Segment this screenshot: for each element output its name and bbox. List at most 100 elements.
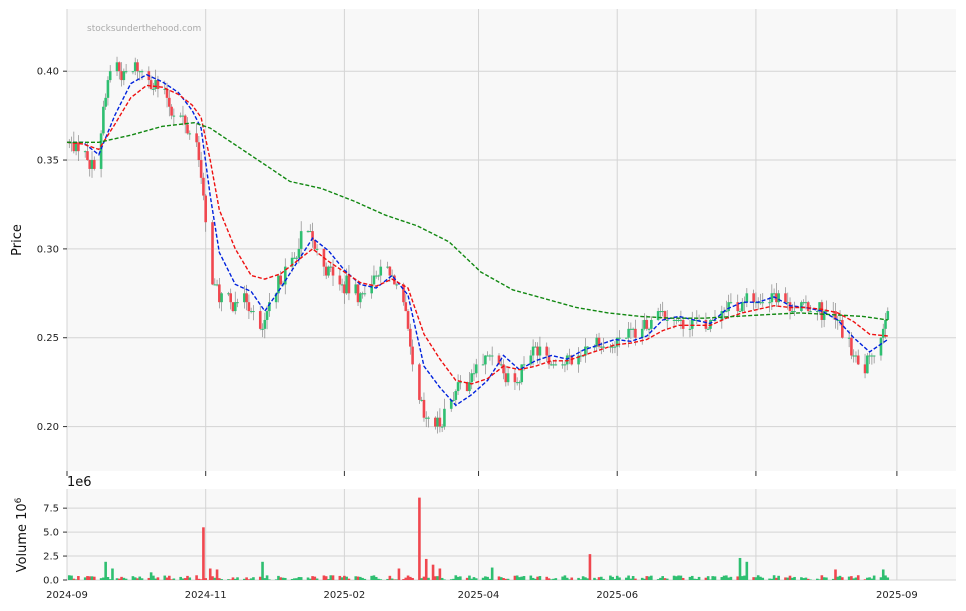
candle-body xyxy=(86,151,89,161)
volume-bar xyxy=(640,577,644,580)
volume-bar xyxy=(852,578,855,580)
volume-bar xyxy=(552,578,555,580)
candle-body xyxy=(120,71,123,81)
volume-bar xyxy=(786,577,790,580)
volume-bar xyxy=(83,577,87,580)
volume-bar xyxy=(249,578,253,580)
volume-bar xyxy=(868,577,871,580)
volume-bar xyxy=(92,576,96,580)
volume-bar xyxy=(743,575,746,580)
volume-bar xyxy=(229,579,233,580)
volume-bar xyxy=(411,577,414,580)
candle-body xyxy=(186,124,189,134)
candle-body xyxy=(518,382,521,384)
volume-bar xyxy=(218,578,221,580)
volume-bar xyxy=(881,569,885,580)
price-tick-label: 0.30 xyxy=(37,244,59,255)
volume-bar xyxy=(72,578,76,580)
volume-bar xyxy=(775,577,778,580)
volume-bar xyxy=(186,575,189,580)
volume-bar xyxy=(354,576,358,580)
candle-body xyxy=(690,319,694,329)
candle-body xyxy=(245,293,248,303)
candle-body xyxy=(561,364,564,366)
volume-bar xyxy=(481,577,485,580)
volume-bar xyxy=(88,576,92,580)
candle-body xyxy=(220,293,223,303)
volume-bar xyxy=(213,577,217,580)
candle-body xyxy=(83,151,87,153)
volume-bar xyxy=(549,579,553,580)
candle-body xyxy=(554,364,558,366)
volume-bar xyxy=(418,497,421,580)
volume-bar xyxy=(327,579,330,580)
volume-bar xyxy=(188,577,192,580)
volume-bar xyxy=(504,578,508,580)
volume-bar xyxy=(152,575,155,580)
volume-bar xyxy=(627,575,630,580)
candle-body xyxy=(850,337,853,356)
candle-body xyxy=(863,364,867,374)
volume-bar xyxy=(265,575,269,580)
volume-bar xyxy=(522,576,526,580)
candle-body xyxy=(404,302,408,312)
candle-body xyxy=(611,346,614,348)
price-tick-label: 0.20 xyxy=(37,422,59,433)
volume-bar xyxy=(397,568,401,580)
volume-bar xyxy=(584,577,587,580)
volume-bar xyxy=(117,578,121,580)
volume-bar xyxy=(102,577,105,580)
volume-bar xyxy=(609,575,612,580)
candle-body xyxy=(852,355,855,357)
volume-bar xyxy=(236,577,239,580)
volume-bar xyxy=(363,578,367,580)
volume-bar xyxy=(736,576,740,580)
volume-bar xyxy=(565,577,569,580)
candle-body xyxy=(424,417,428,419)
candle-body xyxy=(356,284,360,303)
volume-bar xyxy=(497,576,501,580)
volume-bar xyxy=(863,579,867,580)
volume-bar xyxy=(108,579,112,580)
volume-bar xyxy=(740,576,744,580)
volume-bar xyxy=(502,578,505,580)
candle-body xyxy=(470,373,474,383)
volume-bar xyxy=(395,579,398,580)
volume-bar xyxy=(420,578,423,580)
candle-body xyxy=(802,302,805,304)
volume-bar xyxy=(681,577,685,580)
candle-body xyxy=(486,355,489,357)
candle-body xyxy=(195,133,198,143)
volume-bar xyxy=(643,578,646,580)
date-tick-label: 2025-02 xyxy=(323,590,365,601)
candle-body xyxy=(263,319,267,329)
candle-body xyxy=(672,319,676,321)
volume-bar xyxy=(738,557,742,580)
volume-bar xyxy=(568,579,571,580)
volume-bar xyxy=(884,575,887,580)
price-tick-label: 0.25 xyxy=(37,333,59,344)
volume-bar xyxy=(197,578,201,580)
candle-body xyxy=(227,293,230,295)
candle-body xyxy=(149,80,153,89)
candle-body xyxy=(108,71,112,81)
volume-bar xyxy=(311,576,314,580)
volume-bar xyxy=(838,575,842,580)
candle-body xyxy=(324,266,328,276)
candle-body xyxy=(252,311,255,313)
candle-body xyxy=(786,302,790,304)
candle-body xyxy=(788,302,792,312)
volume-bar xyxy=(531,577,535,580)
volume-axis-label: Volume 106 xyxy=(14,497,30,572)
volume-bar xyxy=(713,576,717,580)
volume-bar xyxy=(615,575,619,580)
volume-bar xyxy=(388,575,392,580)
volume-bar xyxy=(725,575,728,580)
volume-bar xyxy=(745,561,749,580)
volume-bar xyxy=(727,577,730,580)
candle-body xyxy=(629,328,633,330)
volume-bar xyxy=(86,576,89,580)
candle-body xyxy=(740,302,744,312)
volume-bar xyxy=(886,577,890,580)
volume-bar xyxy=(663,578,667,580)
